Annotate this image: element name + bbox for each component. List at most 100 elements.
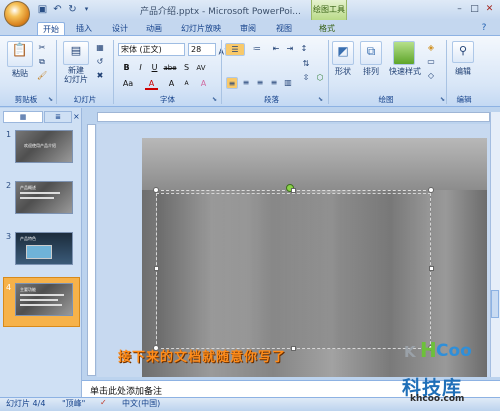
resize-handle[interactable]: [153, 187, 159, 193]
slide-counter: 幻灯片 4/4: [6, 399, 46, 408]
drawing-tools-context: 绘图工具: [311, 0, 347, 20]
resize-handle[interactable]: [429, 266, 434, 271]
horizontal-ruler[interactable]: [97, 112, 490, 122]
italic-button[interactable]: I: [134, 62, 147, 74]
font-size-field[interactable]: 28: [188, 43, 216, 56]
resize-handle[interactable]: [291, 188, 296, 193]
dropdown-icon[interactable]: ▾: [80, 3, 93, 16]
shape-fill-icon[interactable]: ◈: [424, 42, 438, 54]
grow-font-button[interactable]: A: [165, 78, 178, 90]
close-icon[interactable]: ✕: [482, 2, 497, 16]
dialog-launcher-icon[interactable]: ⬊: [318, 96, 323, 103]
content-placeholder[interactable]: [156, 193, 431, 349]
help-icon[interactable]: ?: [478, 23, 490, 35]
editing-label[interactable]: 编辑: [449, 66, 477, 78]
minimize-icon[interactable]: –: [452, 2, 467, 16]
strikethrough-button[interactable]: abe: [162, 62, 178, 74]
watermark-brand-coo: Coo: [436, 341, 472, 361]
tab-design[interactable]: 设计: [106, 22, 134, 36]
slide-thumb-text: [20, 192, 60, 194]
increase-indent-icon[interactable]: ⇥: [284, 43, 296, 55]
copy-icon[interactable]: ⧉: [37, 56, 47, 68]
clipboard-group-label: 剪贴板: [14, 95, 38, 104]
smartart-icon[interactable]: ⬡: [314, 72, 326, 84]
shape-effects-icon[interactable]: ◇: [424, 70, 438, 82]
tab-view[interactable]: 视图: [270, 22, 298, 36]
drawing-group-label: 绘图: [378, 95, 394, 104]
change-case-button[interactable]: Aa: [120, 78, 136, 90]
clipboard-icon: 📋: [11, 43, 29, 58]
format-painter-icon[interactable]: 🖌: [37, 70, 47, 82]
align-center-icon[interactable]: ≡: [240, 77, 252, 89]
editing-group-label: 编辑: [456, 95, 472, 104]
justify-icon[interactable]: ≡: [268, 77, 280, 89]
font-group-label: 字体: [160, 95, 175, 104]
undo-icon[interactable]: ↶: [51, 3, 64, 16]
shadow-button[interactable]: S: [180, 62, 193, 74]
slide-header-band: [142, 138, 487, 190]
slides-group-label: 幻灯片: [73, 95, 97, 104]
decrease-indent-icon[interactable]: ⇤: [270, 43, 282, 55]
shapes-label[interactable]: 形状: [328, 66, 358, 78]
slide-thumbnail-3[interactable]: 产品特色: [15, 232, 73, 265]
quick-styles-label[interactable]: 快速样式: [382, 66, 428, 78]
resize-handle[interactable]: [154, 266, 159, 271]
shrink-font-button[interactable]: A: [180, 78, 193, 90]
scrollbar-thumb[interactable]: [491, 290, 499, 318]
reset-icon[interactable]: ↺: [95, 56, 105, 68]
line-spacing-icon[interactable]: ↕: [298, 43, 310, 55]
slide-thumbnail-4[interactable]: 主要功能: [15, 283, 73, 316]
bullets-icon[interactable]: ☰: [225, 43, 245, 56]
numbering-icon[interactable]: ≔: [249, 43, 265, 55]
slide-thumbnail-2[interactable]: 产品概述: [15, 181, 73, 214]
text-direction-icon[interactable]: ⇅: [300, 58, 312, 70]
tab-review[interactable]: 审阅: [234, 22, 262, 36]
group-separator: [221, 40, 222, 104]
resize-handle[interactable]: [291, 346, 296, 351]
office-button[interactable]: [4, 1, 30, 27]
maximize-icon[interactable]: □: [467, 2, 482, 16]
slide-thumbnail-1[interactable]: 欢迎使用产品介绍: [15, 130, 73, 163]
watermark-url: khcoo.com: [410, 394, 465, 404]
notes-placeholder[interactable]: 单击此处添加备注: [90, 384, 162, 397]
clear-format-button[interactable]: A: [197, 78, 210, 90]
dialog-launcher-icon[interactable]: ⬊: [48, 96, 53, 103]
char-spacing-button[interactable]: AV: [193, 62, 209, 74]
layout-icon[interactable]: ▦: [95, 42, 105, 54]
window-title: 产品介绍.pptx - Microsoft PowerPoi...: [140, 7, 301, 17]
cut-icon[interactable]: ✂: [37, 42, 47, 54]
vertical-ruler[interactable]: [87, 124, 96, 376]
font-color-button[interactable]: A: [145, 78, 158, 90]
delete-slide-icon[interactable]: ✖: [95, 70, 105, 82]
dialog-launcher-icon[interactable]: ⬊: [440, 96, 445, 103]
slide-number: 4: [6, 283, 12, 292]
slides-pane-tab[interactable]: ▦: [3, 111, 43, 123]
shape-outline-icon[interactable]: ▭: [424, 56, 438, 68]
align-left-icon[interactable]: ≡: [226, 77, 238, 89]
close-pane-icon[interactable]: ×: [73, 111, 81, 123]
tab-format[interactable]: 格式: [312, 22, 342, 36]
tab-animations[interactable]: 动画: [140, 22, 168, 36]
spelling-icon[interactable]: ✓: [100, 398, 107, 407]
font-name-field[interactable]: 宋体 (正文): [118, 43, 185, 56]
redo-icon[interactable]: ↻: [66, 3, 79, 16]
tab-home[interactable]: 开始: [37, 22, 65, 36]
group-separator: [56, 40, 57, 104]
dialog-launcher-icon[interactable]: ⬊: [212, 96, 217, 103]
tab-insert[interactable]: 插入: [70, 22, 98, 36]
columns-icon[interactable]: ▥: [282, 77, 294, 89]
align-text-icon[interactable]: ⇳: [300, 72, 312, 84]
resize-handle[interactable]: [428, 187, 434, 193]
outline-pane-tab[interactable]: ≣: [44, 111, 72, 123]
tab-slideshow[interactable]: 幻灯片放映: [174, 22, 228, 36]
underline-button[interactable]: U: [148, 62, 161, 74]
align-right-icon[interactable]: ≡: [254, 77, 266, 89]
save-icon[interactable]: ▣: [36, 3, 49, 16]
slide-thumb-image: [26, 245, 52, 259]
language-indicator[interactable]: 中文(中国): [122, 398, 160, 409]
quick-styles-button[interactable]: [393, 41, 415, 65]
bold-button[interactable]: B: [120, 62, 133, 74]
watermark-brand-k: K: [404, 343, 416, 361]
slide-thumb-text: [20, 299, 58, 301]
slide-number: 2: [6, 181, 12, 190]
